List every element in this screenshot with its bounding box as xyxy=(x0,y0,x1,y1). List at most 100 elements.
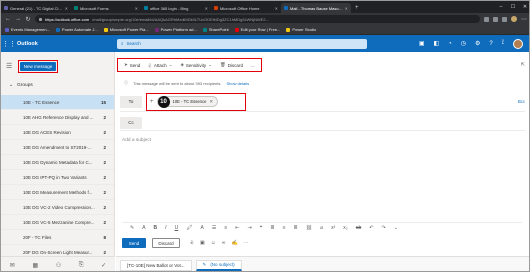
browser-tab[interactable]: Microsoft Office Home ✕ xyxy=(211,3,281,13)
more-formatting-icon[interactable]: ⌄ xyxy=(394,225,398,231)
italic-icon[interactable]: I xyxy=(165,225,166,231)
group-item[interactable]: 10E DG ACES Revision 2 xyxy=(1,125,114,140)
discard-button[interactable]: Discard xyxy=(152,238,180,248)
people-icon[interactable]: ⚇ xyxy=(56,262,61,269)
group-item-10e-tc-essence[interactable]: 10E - TC Essence 15 xyxy=(1,95,114,110)
undo-icon[interactable]: ↶ xyxy=(369,225,373,231)
forward-icon[interactable]: → xyxy=(15,16,21,22)
bold-icon[interactable]: B xyxy=(154,225,158,231)
bcc-link[interactable]: Bcc xyxy=(518,99,525,104)
maximize-icon[interactable]: ☐ xyxy=(507,1,519,13)
more-options-button[interactable]: ... xyxy=(251,63,255,68)
group-item[interactable]: 10E DG Amendment to ST2019-... 2 xyxy=(1,140,114,155)
sensitivity-button[interactable]: ◈ Sensitivity ⌄ xyxy=(180,62,212,68)
avatar[interactable] xyxy=(513,38,523,49)
collections-icon[interactable] xyxy=(502,16,507,22)
browser-tab-active[interactable]: Mail - Thomas Bause Mason - O ✕ xyxy=(281,3,351,13)
signature-icon[interactable]: ✍ xyxy=(231,240,237,246)
notifications-icon[interactable]: ◔ xyxy=(448,41,452,47)
browser-tab[interactable]: Microsoft Forms ✕ xyxy=(71,3,141,13)
underline-icon[interactable]: U xyxy=(175,225,179,231)
align-center-icon[interactable]: ≡ xyxy=(283,225,286,231)
todo-icon[interactable]: ✓ xyxy=(101,262,106,269)
close-tab-icon[interactable]: ✕ xyxy=(345,6,348,11)
font-size-icon[interactable]: A xyxy=(142,225,145,231)
app-launcher-icon[interactable]: ⋮⋮ xyxy=(1,35,17,52)
remove-recipient-icon[interactable]: ✕ xyxy=(209,99,213,105)
show-details-link[interactable]: Show details xyxy=(227,81,250,86)
insert-image-icon[interactable]: ▣ xyxy=(200,240,205,246)
align-left-icon[interactable]: ≣ xyxy=(270,225,274,231)
back-icon[interactable]: ← xyxy=(5,16,11,22)
group-item[interactable]: 10E DG Dynamic Metadata for C... 2 xyxy=(1,155,114,170)
url-input[interactable]: https://outlook.office.com /mail/group/s… xyxy=(35,15,480,23)
bookmark[interactable]: Edit your Row | Free... xyxy=(234,27,280,32)
feedback-icon[interactable]: ⟟ xyxy=(502,40,504,47)
numbering-icon[interactable]: ≡ xyxy=(224,225,227,231)
bookmark[interactable]: Events Managemen... xyxy=(5,27,50,32)
group-item[interactable]: 10E DG VC-2 Video Compression... 2 xyxy=(1,200,114,215)
reminders-icon[interactable]: ◷ xyxy=(461,40,466,47)
calendar-icon[interactable]: ▦ xyxy=(32,262,38,269)
indent-icon[interactable]: ⇥ xyxy=(248,225,252,231)
bullets-icon[interactable]: ☰ xyxy=(212,225,216,231)
new-tab-button[interactable]: + xyxy=(351,3,363,13)
subject-input[interactable]: Add a subject xyxy=(122,138,151,143)
discard-toolbar-button[interactable]: 🗑 Discard xyxy=(220,62,243,68)
strikethrough-icon[interactable]: ab xyxy=(356,225,362,231)
settings-icon[interactable]: ⚙ xyxy=(475,40,480,47)
subscript-icon[interactable]: x₂ xyxy=(343,225,347,231)
attach-files-icon[interactable]: ⎘ xyxy=(79,262,84,269)
browser-menu-icon[interactable]: ⋯ xyxy=(521,16,527,23)
group-item[interactable]: 20F - TC Files 8 xyxy=(1,230,114,245)
loop-icon[interactable]: ∞ xyxy=(222,240,226,246)
group-item[interactable]: 10E DG IPT-PQ in Two Variants 2 xyxy=(1,170,114,185)
superscript-icon[interactable]: x² xyxy=(331,225,335,231)
font-color-icon[interactable]: A xyxy=(201,225,204,231)
new-message-button[interactable]: New message xyxy=(20,62,56,71)
bookmark[interactable]: Power Automate J... xyxy=(55,27,98,32)
link-icon[interactable]: ⛓ xyxy=(306,225,312,231)
extension-icon[interactable] xyxy=(484,16,489,22)
recipient-chip[interactable]: 10 10E - TC Essence ✕ xyxy=(156,95,219,108)
reload-icon[interactable]: ↻ xyxy=(25,16,31,23)
group-item[interactable]: 10E AHG Reference Display and ... 2 xyxy=(1,110,114,125)
bookmark[interactable]: SharePoint xyxy=(202,27,229,32)
minimize-icon[interactable]: – xyxy=(495,1,507,13)
close-tab-icon[interactable]: ✕ xyxy=(65,6,68,11)
draft-tab[interactable]: [TC-10E] New Ballot or Vot... xyxy=(120,259,192,271)
favorites-icon[interactable] xyxy=(493,16,498,22)
pop-out-icon[interactable]: ⇱ xyxy=(521,62,529,68)
quote-icon[interactable]: ❝ xyxy=(260,225,263,231)
draft-tab-active[interactable]: ✎ (No subject) xyxy=(195,259,242,271)
cc-button[interactable]: Cc xyxy=(120,116,142,129)
bookmark[interactable]: Power Studio xyxy=(286,27,316,32)
close-window-icon[interactable]: ✕ xyxy=(519,1,529,13)
close-tab-icon[interactable]: ✕ xyxy=(135,6,138,11)
send-toolbar-button[interactable]: ➤ Send xyxy=(124,62,140,68)
mail-icon[interactable]: ✉ xyxy=(10,262,15,269)
close-tab-icon[interactable]: ✕ xyxy=(275,6,278,11)
outdent-icon[interactable]: ⇤ xyxy=(235,225,239,231)
group-item[interactable]: 10E DG Measurement Methods f... 2 xyxy=(1,185,114,200)
groups-header[interactable]: ⌄ Groups xyxy=(9,83,33,88)
close-tab-icon[interactable]: ✕ xyxy=(205,6,208,11)
browser-profile-avatar[interactable] xyxy=(511,16,517,22)
hamburger-menu-icon[interactable]: ☰ xyxy=(6,62,12,70)
calendar-icon[interactable]: ◧ xyxy=(433,40,439,47)
group-item[interactable]: 10E DG VC-5 Mezzanine Compre... 2 xyxy=(1,215,114,230)
to-button[interactable]: To xyxy=(120,95,142,108)
to-recipient-highlight[interactable]: + 10 10E - TC Essence ✕ xyxy=(146,92,246,111)
search-input[interactable]: ⌕ Search xyxy=(117,38,367,49)
browser-tab[interactable]: office 365 login - Bing ✕ xyxy=(141,3,211,13)
help-icon[interactable]: ? xyxy=(489,41,492,47)
plus-icon[interactable]: + xyxy=(150,99,154,105)
attach-icon[interactable]: ⎀ xyxy=(190,240,194,246)
bookmark[interactable]: Power Platform ad... xyxy=(154,27,197,32)
bookmark[interactable]: Microsoft Power Pla... xyxy=(103,27,149,32)
redo-icon[interactable]: ↷ xyxy=(382,225,386,231)
browser-tab[interactable]: General (21) - TC Digital Cine ✕ xyxy=(1,3,71,13)
highlight-icon[interactable]: 🖍 xyxy=(186,225,192,231)
send-button[interactable]: Send xyxy=(122,238,146,248)
emoji-icon[interactable]: ☺ xyxy=(211,240,216,246)
